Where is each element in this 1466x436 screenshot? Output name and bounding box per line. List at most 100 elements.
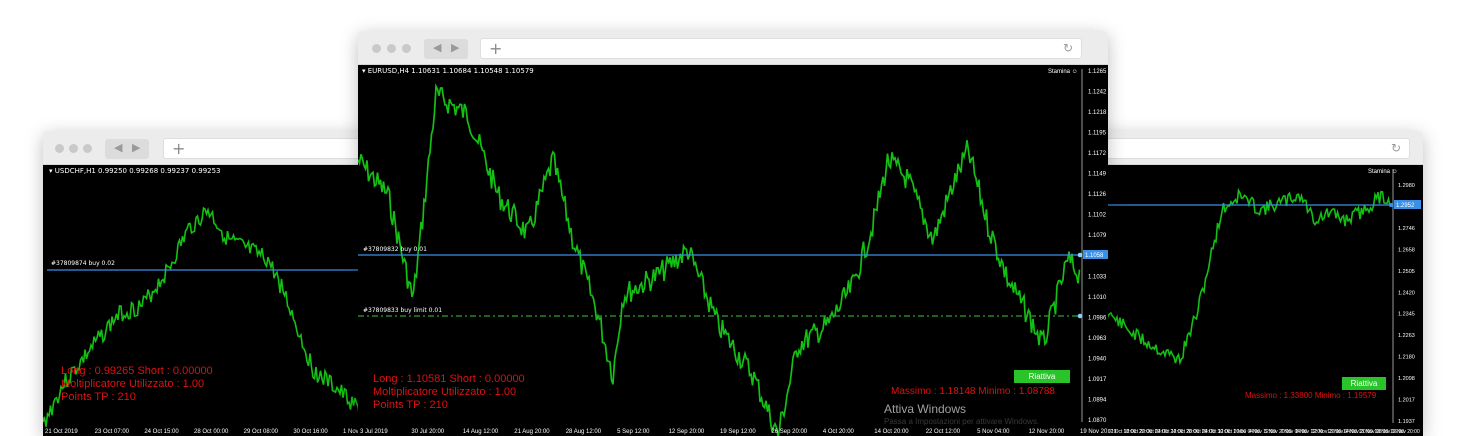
- price-tick-label: 1.0917: [1088, 377, 1107, 383]
- chart-right[interactable]: 1.29801.28281.27461.26581.25051.24201.23…: [1090, 165, 1423, 436]
- limit-handle-icon[interactable]: [1077, 313, 1083, 319]
- price-tick-label: 1.2098: [1398, 376, 1415, 382]
- nav-buttons: ◀ ▶: [105, 139, 149, 159]
- reload-icon[interactable]: ↻: [1063, 41, 1073, 55]
- chart-eurusd[interactable]: 1.1265 1.1242 1.1218 1.1195 1.1172 1.1149 1.11…: [358, 65, 1108, 436]
- time-tick-label: 29 Oct 08:00: [244, 429, 279, 435]
- price-tick-label: 1.2746: [1398, 226, 1415, 232]
- info-long-short: Long : 0.99265 Short : 0.00000: [61, 365, 213, 377]
- info-panel: Long : 0.99265 Short : 0.00000 Moltiplic…: [61, 365, 213, 404]
- order-handle-icon[interactable]: [1389, 203, 1393, 207]
- max-min-label: Massimo : 1.33800 Minimo : 1.19579: [1245, 391, 1377, 400]
- stamina-label: Stamina ☺: [1368, 169, 1398, 175]
- price-tick-label: 1.0963: [1088, 336, 1107, 342]
- browser-titlebar: ◀ ▶ +: [43, 131, 373, 165]
- info-multiplier: Moltiplicatore Utilizzato : 1.00: [373, 386, 517, 398]
- time-tick-label: 21 Aug 20:00: [514, 429, 550, 435]
- info-points-tp: Points TP : 210: [373, 399, 448, 411]
- info-long-short: Long : 1.10581 Short : 0.00000: [373, 373, 525, 385]
- price-tick-label: 1.2658: [1398, 247, 1415, 253]
- time-tick-label: 23 Oct 07:00: [95, 429, 130, 435]
- time-tick-label: 19 Sep 12:00: [720, 429, 756, 435]
- nav-buttons: ◀ ▶: [424, 39, 468, 59]
- window-dot-icon[interactable]: [402, 44, 411, 53]
- browser-window-center: ◀ ▶ + ↻ 1.1265 1.1242 1.1218 1.1195 1.1172 1.…: [358, 31, 1108, 436]
- browser-titlebar: ↻: [1090, 131, 1423, 165]
- price-tick-label: 1.1033: [1088, 274, 1107, 280]
- info-points-tp: Points TP : 210: [61, 391, 136, 403]
- order-handle-icon[interactable]: [1077, 252, 1083, 258]
- time-tick-label: 14 Oct 20:00: [874, 429, 909, 435]
- window-dot-icon[interactable]: [83, 144, 92, 153]
- chart-usdchf[interactable]: 21 Oct 2019 23 Oct 07:00 24 Oct 15:00 28 Oc…: [43, 165, 373, 436]
- price-tick-label: 1.1126: [1088, 192, 1107, 198]
- forward-arrow-icon[interactable]: ▶: [451, 41, 459, 54]
- forward-arrow-icon[interactable]: ▶: [132, 141, 140, 154]
- current-price-text: 1.1058: [1085, 253, 1104, 259]
- time-tick-label: 30 Oct 16:00: [293, 429, 328, 435]
- activate-windows-sub: Passa a Impostazioni per attivare Window…: [884, 417, 1040, 426]
- new-tab-plus-icon[interactable]: +: [172, 139, 185, 158]
- browser-window-left: ◀ ▶ + 21 Oct 2019 23 Oct 07:00 24 Oct 15:0…: [43, 131, 373, 436]
- time-tick-label: 30 Jul 20:00: [411, 429, 444, 435]
- time-tick-label: 21 Oct 2019: [45, 429, 78, 435]
- price-tick-label: 1.1218: [1088, 110, 1107, 116]
- price-tick-label: 1.2420: [1398, 290, 1415, 296]
- price-tick-label: 1.2263: [1398, 333, 1415, 339]
- price-tick-label: 1.2505: [1398, 269, 1415, 275]
- reload-icon[interactable]: ↻: [1391, 141, 1401, 155]
- current-price-text: 1.2952: [1396, 203, 1415, 209]
- time-tick-label: 5 Sep 12:00: [617, 429, 650, 435]
- symbol-text: EURUSD,H4 1.10631 1.10684 1.10548 1.1057…: [367, 67, 534, 75]
- time-tick-label: 12 Nov 20:00: [1029, 429, 1065, 435]
- window-dot-icon[interactable]: [55, 144, 64, 153]
- price-tick-label: 1.1102: [1088, 213, 1107, 219]
- address-bar[interactable]: ↻: [1090, 138, 1410, 159]
- max-min-label: Massimo : 1.18148 Minimo : 1.08788: [891, 386, 1055, 397]
- new-tab-plus-icon[interactable]: +: [489, 39, 502, 58]
- order-limit-label: #37809833 buy limit 0.01: [363, 307, 443, 314]
- price-tick-label: 1.1937: [1398, 419, 1415, 425]
- riattiva-button[interactable]: Riattiva: [1342, 377, 1386, 390]
- time-tick-label: 28 Aug 12:00: [566, 429, 602, 435]
- price-tick-label: 1.2017: [1398, 398, 1415, 404]
- back-arrow-icon[interactable]: ◀: [433, 41, 441, 54]
- price-tick-label: 1.0986: [1088, 315, 1107, 321]
- address-bar[interactable]: + ↻: [480, 38, 1082, 59]
- order-buy-label: #37809832 buy 0.01: [363, 246, 427, 253]
- time-tick-label: 22 Oct 12:00: [926, 429, 961, 435]
- symbol-text: USDCHF,H1 0.99250 0.99268 0.99237 0.9925…: [54, 167, 221, 175]
- price-tick-label: 1.1149: [1088, 172, 1107, 178]
- riattiva-button[interactable]: Riattiva: [1014, 370, 1070, 383]
- price-tick-label: 1.2180: [1398, 355, 1415, 361]
- window-dot-icon[interactable]: [372, 44, 381, 53]
- price-tick-label: 1.0894: [1088, 397, 1107, 403]
- price-tick-label: 1.1195: [1088, 131, 1107, 137]
- time-tick-label: 19 Nov 20:00: [1390, 429, 1420, 435]
- symbol-label: ▾ USDCHF,H1 0.99250 0.99268 0.99237 0.99…: [49, 167, 221, 175]
- activate-windows-watermark: Attiva Windows: [884, 402, 967, 416]
- price-tick-label: 1.1010: [1088, 295, 1107, 301]
- browser-window-right: ↻ 1.29801.28281.27461.26581.25051.24201.…: [1090, 131, 1423, 436]
- price-tick-label: 1.1172: [1088, 151, 1107, 157]
- price-line: [1090, 187, 1391, 366]
- price-tick-label: 1.0870: [1088, 418, 1107, 424]
- price-tick-label: 1.2980: [1398, 183, 1415, 189]
- window-dot-icon[interactable]: [387, 44, 396, 53]
- time-tick-label: 14 Aug 12:00: [463, 429, 499, 435]
- stamina-label: Stamina ☺: [1048, 69, 1078, 75]
- info-multiplier: Moltiplicatore Utilizzato : 1.00: [61, 378, 205, 390]
- time-tick-label: 26 Sep 20:00: [771, 429, 807, 435]
- window-dot-icon[interactable]: [69, 144, 78, 153]
- time-tick-label: 19 Nov 20:00: [1080, 429, 1108, 435]
- browser-titlebar: ◀ ▶ + ↻: [358, 31, 1108, 65]
- time-tick-label: 24 Oct 15:00: [144, 429, 179, 435]
- price-tick-label: 1.0940: [1088, 356, 1107, 362]
- time-tick-label: 28 Oct 00:00: [194, 429, 229, 435]
- back-arrow-icon[interactable]: ◀: [114, 141, 122, 154]
- address-bar[interactable]: +: [163, 138, 373, 159]
- price-tick-label: 1.1265: [1088, 69, 1107, 75]
- info-panel: Long : 1.10581 Short : 0.00000 Moltiplic…: [373, 373, 525, 412]
- time-tick-label: 12 Sep 20:00: [669, 429, 705, 435]
- time-tick-label: 5 Nov 04:00: [977, 429, 1010, 435]
